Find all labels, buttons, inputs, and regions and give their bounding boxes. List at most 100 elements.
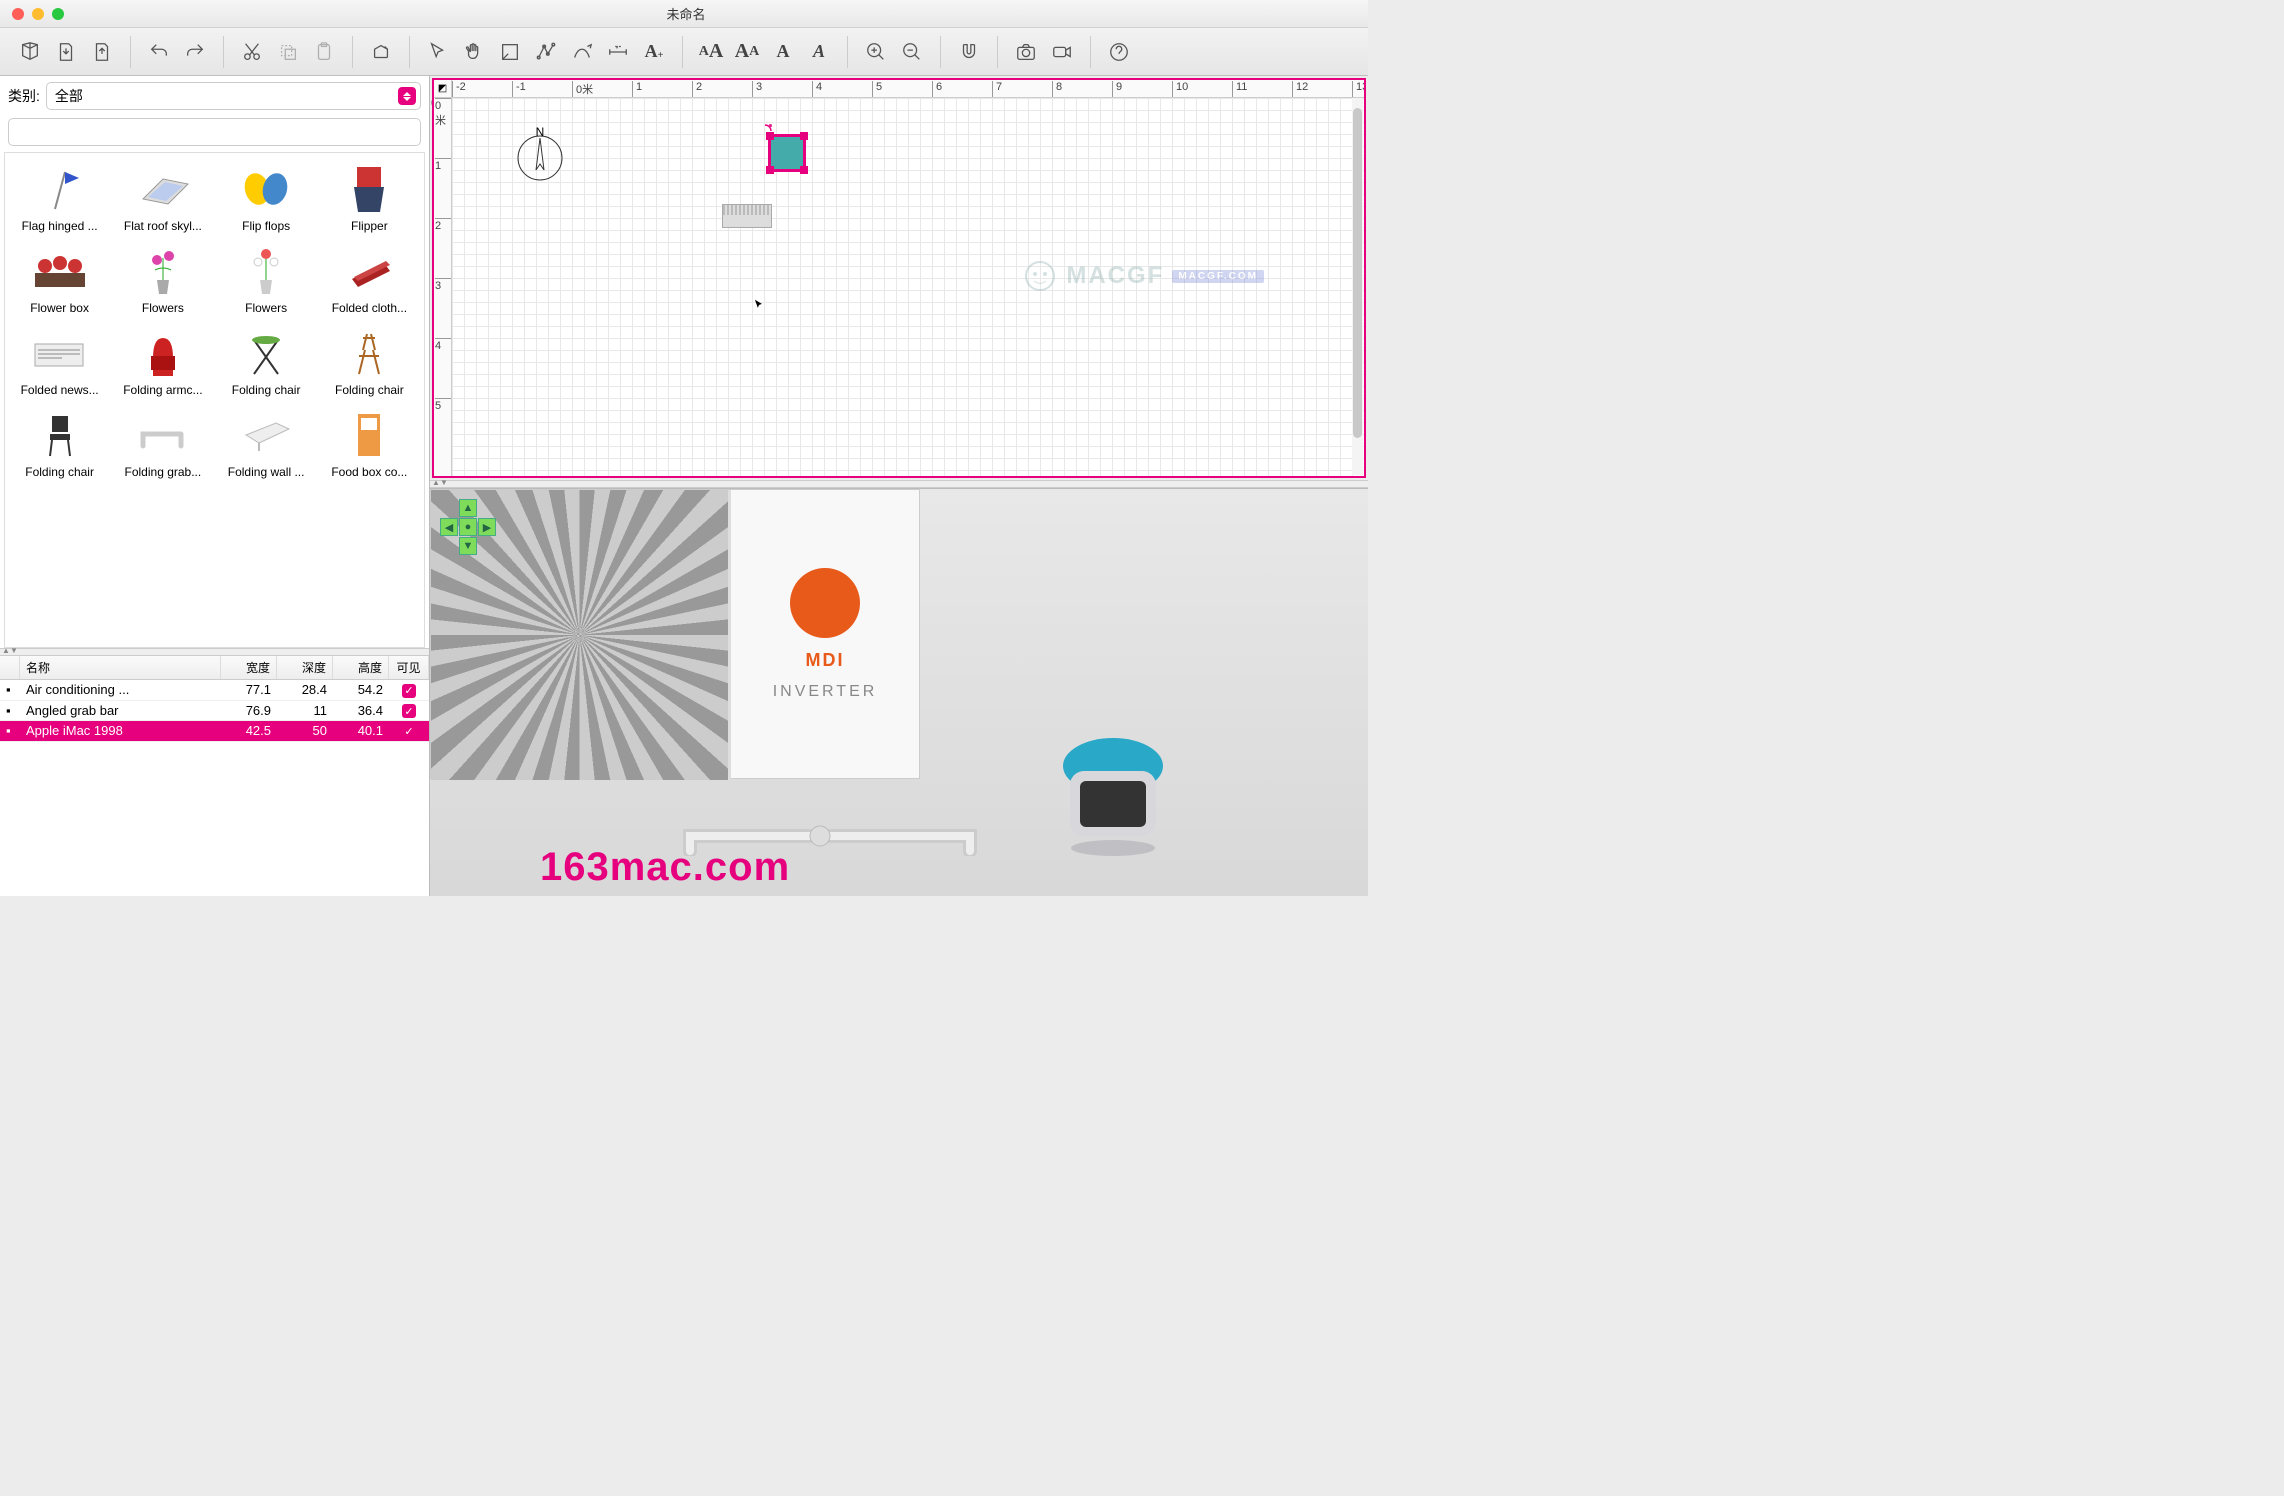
furniture-catalog[interactable]: Flag hinged ... Flat roof skyl...Flip flo… (4, 152, 425, 648)
catalog-item[interactable]: Flipper (319, 157, 420, 237)
category-select[interactable]: 全部 (46, 82, 421, 110)
item-label: Flipper (322, 219, 417, 233)
copy-button[interactable] (272, 36, 304, 68)
ruler-tick: 11 (1232, 81, 1247, 97)
3d-view[interactable]: MDI INVERTER ▲ ◀ ● ▶ ▼ (430, 488, 1368, 896)
catalog-item[interactable]: Folding chair (216, 321, 317, 401)
add-furniture-button[interactable] (365, 36, 397, 68)
catalog-item[interactable]: Flip flops (216, 157, 317, 237)
item-label: Folding chair (219, 383, 314, 397)
ruler-tick: 12 (1292, 81, 1308, 97)
ruler-tick: 10 (1172, 81, 1188, 97)
catalog-item[interactable]: Flag hinged ... (9, 157, 110, 237)
create-polyline-tool[interactable] (566, 36, 598, 68)
furniture-table[interactable]: 名称 宽度 深度 高度 可见 ▪Air conditioning ...77.1… (0, 656, 429, 896)
walltable-icon (231, 407, 301, 463)
table-row[interactable]: ▪Angled grab bar76.91136.4✓ (0, 701, 429, 722)
catalog-item[interactable]: Folding wall ... (216, 403, 317, 483)
catalog-item[interactable]: Flat roof skyl... (112, 157, 213, 237)
minimize-window[interactable] (32, 8, 44, 20)
plan-object-imac[interactable] (770, 136, 804, 170)
3d-navpad[interactable]: ▲ ◀ ● ▶ ▼ (440, 499, 496, 555)
visible-checkbox[interactable]: ✓ (402, 704, 416, 718)
bold-button[interactable]: A (767, 36, 799, 68)
decrease-text-button[interactable]: AA (731, 36, 763, 68)
toolbar: A+ AA AA A A (0, 28, 1368, 76)
paste-button[interactable] (308, 36, 340, 68)
pan-tool[interactable] (458, 36, 490, 68)
ruler-tick: 2 (435, 218, 451, 232)
import-button[interactable] (50, 36, 82, 68)
ruler-tick: 1 (632, 81, 642, 97)
catalog-item[interactable]: Folding chair (9, 403, 110, 483)
redo-button[interactable] (179, 36, 211, 68)
table-row[interactable]: ▪Apple iMac 199842.55040.1✓ (0, 721, 429, 742)
search-input[interactable] (8, 118, 421, 146)
catalog-item[interactable]: Flowers (216, 239, 317, 319)
dropdown-arrow-icon (398, 87, 416, 105)
catalog-item[interactable]: Folded news... (9, 321, 110, 401)
ruler-tick: 7 (992, 81, 1002, 97)
ruler-tick: 4 (435, 338, 451, 352)
watermark-163: 163mac.com (540, 845, 790, 890)
plan-grid[interactable]: N MACGF MACGF.COM (452, 98, 1364, 476)
nav-right[interactable]: ▶ (478, 518, 496, 536)
help-button[interactable] (1103, 36, 1135, 68)
compass-icon: N (512, 126, 568, 182)
item-label: Flower box (12, 301, 107, 315)
mdi-logo-icon (790, 568, 860, 638)
ruler-tick: 6 (932, 81, 942, 97)
plan-scrollbar[interactable] (1352, 98, 1363, 475)
visible-checkbox[interactable]: ✓ (402, 684, 416, 698)
pinball-icon (334, 161, 404, 217)
create-room-tool[interactable] (494, 36, 526, 68)
ruler-tick: 8 (1052, 81, 1062, 97)
metalchair-icon (25, 407, 95, 463)
plan-object-ac[interactable] (722, 204, 772, 228)
zoom-window[interactable] (52, 8, 64, 20)
close-window[interactable] (12, 8, 24, 20)
nav-center[interactable]: ● (459, 518, 477, 536)
new-plan-button[interactable] (14, 36, 46, 68)
catalog-item[interactable]: Folded cloth... (319, 239, 420, 319)
nav-down[interactable]: ▼ (459, 537, 477, 555)
cut-button[interactable] (236, 36, 268, 68)
catalog-item[interactable]: Flowers (112, 239, 213, 319)
table-row[interactable]: ▪Air conditioning ...77.128.454.2✓ (0, 680, 429, 701)
zoom-out-button[interactable] (896, 36, 928, 68)
flowers1-icon (128, 243, 198, 299)
export-button[interactable] (86, 36, 118, 68)
zoom-in-button[interactable] (860, 36, 892, 68)
3d-object-ac[interactable]: MDI INVERTER (430, 489, 920, 779)
horizontal-splitter[interactable] (0, 648, 429, 656)
visible-checkbox[interactable]: ✓ (402, 725, 416, 739)
nav-left[interactable]: ◀ (440, 518, 458, 536)
titlebar: 未命名 (0, 0, 1368, 28)
create-dimension-tool[interactable] (602, 36, 634, 68)
vertical-splitter[interactable] (430, 480, 1368, 488)
flowerbox-icon (25, 243, 95, 299)
video-button[interactable] (1046, 36, 1078, 68)
item-label: Folding grab... (115, 465, 210, 479)
catalog-item[interactable]: Folding chair (319, 321, 420, 401)
magnet-button[interactable] (953, 36, 985, 68)
catalog-item[interactable]: Food box co... (319, 403, 420, 483)
select-tool[interactable] (422, 36, 454, 68)
ruler-tick: 5 (435, 398, 451, 412)
mdi-label: MDI (806, 650, 845, 671)
increase-text-button[interactable]: AA (695, 36, 727, 68)
photo-button[interactable] (1010, 36, 1042, 68)
nav-up[interactable]: ▲ (459, 499, 477, 517)
plan-cursor-icon (752, 298, 766, 315)
item-label: Flowers (219, 301, 314, 315)
catalog-item[interactable]: Folding armc... (112, 321, 213, 401)
italic-button[interactable]: A (803, 36, 835, 68)
item-label: Flag hinged ... (12, 219, 107, 233)
create-label-tool[interactable]: A+ (638, 36, 670, 68)
plan-view[interactable]: ◩ -2-10米12345678910111213 0米12345 N (432, 78, 1366, 478)
undo-button[interactable] (143, 36, 175, 68)
3d-object-imac[interactable] (1058, 736, 1168, 856)
catalog-item[interactable]: Folding grab... (112, 403, 213, 483)
create-walls-tool[interactable] (530, 36, 562, 68)
catalog-item[interactable]: Flower box (9, 239, 110, 319)
